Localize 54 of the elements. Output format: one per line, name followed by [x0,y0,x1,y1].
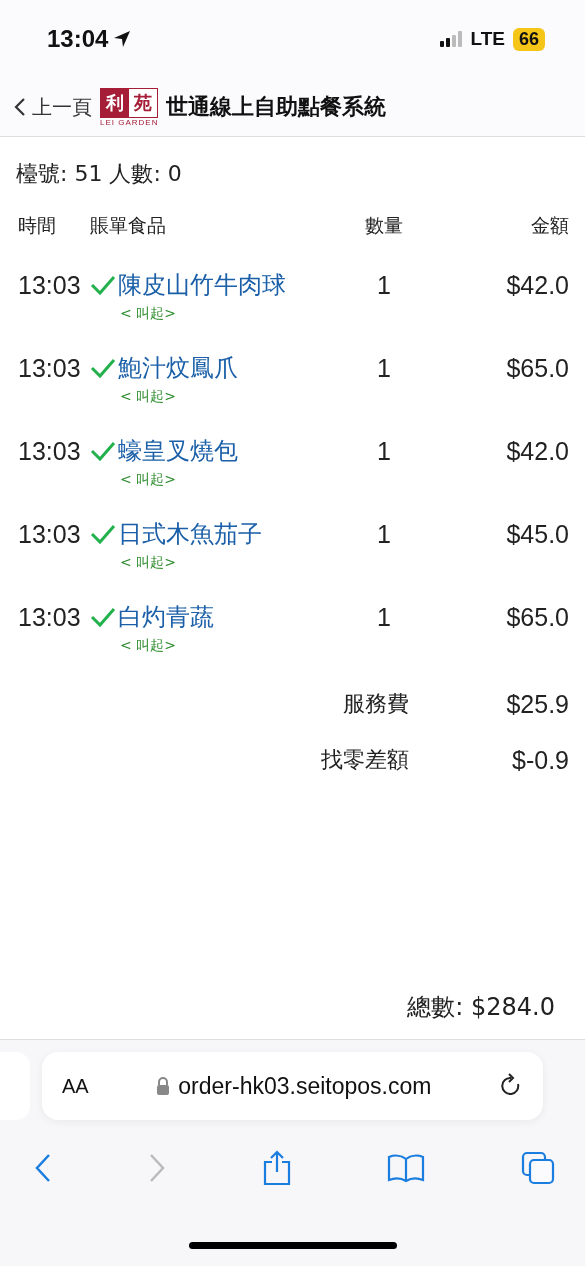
total-amount: 總數: $284.0 [406,992,556,1023]
quantity: 1 [376,519,392,550]
column-header: 賬單食品 [90,213,167,238]
network-label: LTE [470,28,505,50]
location-arrow-icon [112,29,133,49]
battery-indicator: 66 [512,27,545,51]
back-link[interactable]: 上一頁 [14,93,92,121]
quantity: 1 [376,270,392,301]
charge-label: 服務費 [342,690,409,718]
url-text: order-hk03.seitopos.com [178,1072,432,1100]
column-header: 時間 [18,213,57,238]
column-header: 數量 [364,213,404,238]
order-time: 13:03 [18,270,82,301]
amount: $42.0 [505,436,569,467]
quantity: 1 [376,436,392,467]
charge-amount: $25.9 [505,689,569,720]
tabs-icon[interactable] [521,1151,555,1185]
amount: $65.0 [505,353,569,384]
text-size-button[interactable]: AA [62,1074,89,1098]
item-link[interactable]: 鮑汁炆鳳爪 [118,352,238,384]
recall-link[interactable]: < 叫起> [120,305,176,323]
amount: $45.0 [505,519,569,550]
recall-link[interactable]: < 叫起> [120,637,176,655]
logo-character: 苑 [129,88,158,117]
address-bar[interactable]: AA order-hk03.seitopos.com [42,1052,543,1120]
order-time: 13:03 [18,353,82,384]
item-link[interactable]: 白灼青蔬 [118,601,214,633]
order-time: 13:03 [18,519,82,550]
logo-character: 利 [101,88,130,117]
amount: $65.0 [505,602,569,633]
chevron-left-icon [14,97,26,117]
charge-amount: $-0.9 [511,745,569,776]
amount: $42.0 [505,270,569,301]
order-time: 13:03 [18,436,82,467]
bookmarks-icon[interactable] [387,1153,426,1183]
page-title: 世通線上自助點餐系統 [166,93,387,121]
recall-link[interactable]: < 叫起> [120,554,176,572]
charge-label: 找零差額 [320,746,409,774]
item-link[interactable]: 日式木魚茄子 [118,518,262,550]
quantity: 1 [376,602,392,633]
quantity: 1 [376,353,392,384]
item-link[interactable]: 蠔皇叉燒包 [118,435,238,467]
share-icon[interactable] [261,1150,292,1186]
column-header: 金額 [530,213,569,238]
table-info: 檯號: 51 人數: 0 [15,160,183,188]
recall-link[interactable]: < 叫起> [120,471,176,489]
signal-icon [440,31,463,47]
lock-icon [156,1077,171,1095]
item-link[interactable]: 陳皮山竹牛肉球 [118,269,286,301]
status-time: 13:04 [47,25,109,53]
back-icon[interactable] [34,1153,52,1183]
logo-caption: LEI GARDEN [100,117,159,127]
order-time: 13:03 [18,602,82,633]
recall-link[interactable]: < 叫起> [120,388,176,406]
